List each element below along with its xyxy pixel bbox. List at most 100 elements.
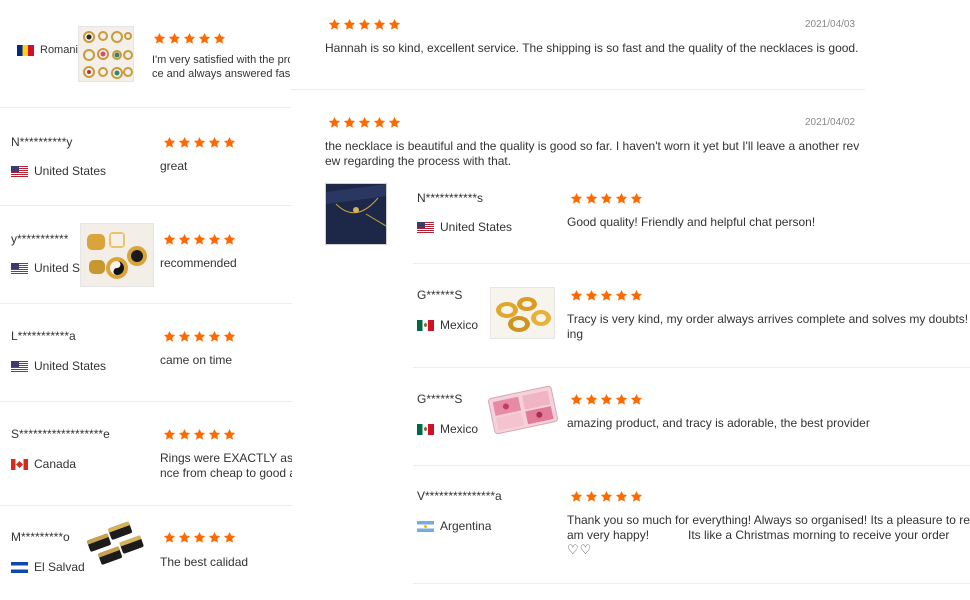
star-icon [630,192,643,205]
review-item: N**********y United States great [0,108,292,206]
review-text-continuation: Its like a Christmas morning to receive … [688,528,950,542]
review-text-line: Rings were EXACTLY as described, they ar… [160,451,292,465]
star-rating [163,330,236,343]
star-icon [343,18,356,31]
star-icon [163,428,176,441]
review-text-line: Good quality! Friendly and helpful chat … [567,215,816,229]
review-photo[interactable] [84,516,154,574]
review-photo[interactable] [78,26,134,82]
star-icon [178,531,191,544]
star-icon [208,233,221,246]
star-icon [388,18,401,31]
reviewer-name: N**********y [11,135,73,149]
star-rating [153,32,226,45]
romania-flag-icon [17,44,34,56]
review-photo[interactable] [80,223,154,287]
reviewer-name: M*********o [11,530,70,544]
review-photo[interactable] [485,380,561,440]
star-icon [193,531,206,544]
star-icon [193,330,206,343]
right-review-column: N***********s United States Good quality… [413,180,970,600]
star-icon [388,116,401,129]
review-text-line: Hannah is so kind, excellent service. Th… [325,41,859,55]
review-photo[interactable] [490,287,555,339]
star-icon [600,490,613,503]
star-icon [193,233,206,246]
us-flag-icon [11,262,28,274]
reviewer-country: Romania [17,44,84,56]
star-rating [163,531,236,544]
star-icon [630,393,643,406]
review-item: M*********o El Salvado The best calidad [0,506,292,600]
reviewer-name: L***********a [11,329,76,343]
reviewer-country: United States [417,220,512,234]
gold-rings-photo-icon [87,232,147,279]
heart-emoji-icons: ♡♡ [567,542,593,557]
star-icon [193,136,206,149]
review-text-line: recommended [160,256,237,270]
star-icon [223,330,236,343]
reviewer-country: Mexico [417,422,478,436]
review-item: V***************a Argentina Thank you so… [413,466,970,586]
canada-flag-icon [11,458,28,470]
star-icon [193,428,206,441]
review-text-line: am very happy! [567,528,650,542]
review-text-line: Thank you so much for everything! Always… [567,513,970,527]
necklace-photo-icon [326,184,386,244]
review-text-line: Tracy is very kind, my order always arri… [567,312,970,326]
gold-rings-photo-icon [496,297,551,332]
star-icon [208,136,221,149]
star-rating [570,393,643,406]
star-icon [585,393,598,406]
star-icon [600,289,613,302]
star-icon [223,531,236,544]
review-photo[interactable] [325,183,387,245]
reviewer-name: S******************e [11,427,110,441]
reviewer-name: G******S [417,288,463,302]
star-icon [208,531,221,544]
reviewer-name: N***********s [417,191,484,205]
star-icon [178,136,191,149]
star-icon [163,136,176,149]
star-rating [328,18,401,31]
star-icon [178,233,191,246]
star-icon [178,428,191,441]
reviewer-country: United States [11,164,106,178]
review-item: Romania I'm very satisfied with the proc… [0,0,292,108]
star-icon [213,32,226,45]
star-rating [570,490,643,503]
review-item: 2021/04/02 the necklace is beautiful and… [290,90,865,180]
star-icon [373,116,386,129]
reviewer-country: El Salvado [11,560,91,574]
star-icon [615,393,628,406]
reviewer-country: United St [11,261,83,275]
review-text-line: The best calidad [160,555,249,569]
review-text-line: nce from cheap to good and these are EXC… [160,466,292,480]
star-icon [178,330,191,343]
argentina-flag-icon [417,520,434,532]
star-icon [630,490,643,503]
mexico-flag-icon [417,423,434,435]
star-icon [615,490,628,503]
left-review-column: Romania I'm very satisfied with the proc… [0,0,292,600]
star-icon [163,330,176,343]
review-date: 2021/04/03 [805,19,856,30]
earrings-photo-icon [83,31,133,79]
star-icon [183,32,196,45]
mexico-flag-icon [417,319,434,331]
el-salvador-flag-icon [11,561,28,573]
review-item: 2021/04/03 Hannah is so kind, excellent … [290,0,865,90]
star-icon [373,18,386,31]
star-icon [223,136,236,149]
star-icon [358,116,371,129]
reviewer-name: V***************a [417,489,502,503]
star-rating [570,192,643,205]
star-icon [198,32,211,45]
star-icon [585,490,598,503]
review-text-line: ew regarding the process with that. [325,154,512,168]
us-flag-icon [11,360,28,372]
star-icon [570,192,583,205]
star-icon [168,32,181,45]
star-icon [570,393,583,406]
review-item: L***********a United States came on time [0,304,292,402]
